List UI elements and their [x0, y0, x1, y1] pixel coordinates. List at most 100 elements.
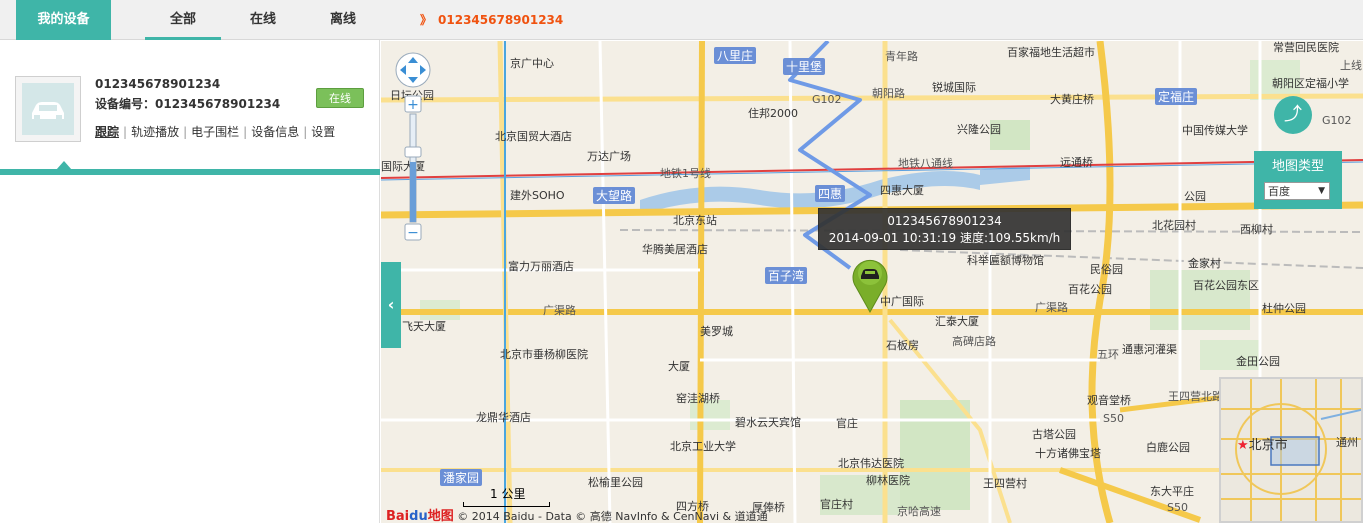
popup-time-speed: 2014-09-01 10:31:19 速度:109.55km/h: [828, 231, 1061, 245]
map-label: 北花园村: [1152, 219, 1196, 232]
map-label: 百家福地生活超市: [1007, 46, 1095, 59]
map-label: 建外SOHO: [510, 189, 565, 202]
device-serial: 设备编号：012345678901234: [95, 97, 281, 111]
tab-all[interactable]: 全部: [145, 0, 221, 40]
map-label: 金田公园: [1236, 355, 1280, 368]
map-label: 杜仲公园: [1262, 302, 1306, 315]
device-sidebar: 012345678901234 设备编号：012345678901234 在线 …: [0, 40, 380, 523]
map-label: 定福庄: [1155, 88, 1198, 105]
map-label: 地铁1号线: [660, 167, 711, 180]
share-button[interactable]: ⤴: [1274, 96, 1312, 134]
svg-text:−: −: [407, 225, 419, 241]
overview-city2-label: 通州: [1336, 436, 1358, 449]
status-badge: 在线: [316, 88, 364, 108]
map-label: 五环: [1097, 348, 1119, 361]
map-type-selected: 百度: [1268, 185, 1290, 198]
map-label: S50: [1103, 412, 1124, 425]
vehicle-marker[interactable]: [850, 255, 890, 316]
chevron-left-icon: ‹: [387, 295, 395, 314]
map-label: 石板房: [886, 339, 919, 352]
map-label: 古塔公园: [1032, 428, 1076, 441]
map-label: 富力万丽酒店: [508, 260, 574, 273]
map-label: 住邦2000: [748, 107, 798, 120]
map-label: 兴隆公园: [957, 123, 1001, 136]
device-title: 012345678901234: [95, 77, 221, 91]
map-scale: 1 公里: [463, 485, 550, 507]
popup-device-id: 012345678901234: [887, 214, 1002, 228]
map-label: 广渠路: [543, 304, 576, 317]
map-label: 高碑店路: [952, 335, 996, 348]
map-label: 十里堡: [783, 58, 826, 75]
map-label: 科举匾额博物馆: [967, 254, 1044, 267]
map-label: 北京东站: [673, 214, 717, 227]
breadcrumb-arrow-icon: 》: [420, 13, 433, 27]
map-label: S50: [1167, 501, 1188, 514]
map-label: 四惠: [815, 185, 846, 202]
map-label: 上线: [1340, 59, 1362, 72]
map-label: 常营回民医院: [1273, 41, 1339, 54]
tab-offline[interactable]: 离线: [305, 0, 381, 40]
vehicle-info-popup: 012345678901234 2014-09-01 10:31:19 速度:1…: [818, 208, 1071, 250]
share-icon: ⤴: [1284, 104, 1302, 125]
map-label: 观音堂桥: [1087, 394, 1131, 407]
map-label: 潘家园: [440, 469, 483, 486]
map-label: 美罗城: [700, 325, 733, 338]
playback-link[interactable]: 轨迹播放: [131, 125, 179, 139]
track-link[interactable]: 跟踪: [95, 125, 119, 139]
map-label: 京哈高速: [897, 505, 941, 518]
map-label: 大黄庄桥: [1050, 93, 1094, 106]
map-label: 百花公园: [1068, 283, 1112, 296]
geofence-link[interactable]: 电子围栏: [191, 125, 239, 139]
map-label: 万达广场: [587, 150, 631, 163]
map-label: G102: [1322, 114, 1352, 127]
map-label: 百花公园东区: [1193, 279, 1259, 292]
baidu-logo[interactable]: Baidu地图: [386, 509, 454, 524]
map-label: 柳林医院: [866, 474, 910, 487]
overview-city-label: ★北京市: [1237, 438, 1288, 453]
dropdown-arrow-icon: ▼: [1318, 186, 1325, 196]
settings-link[interactable]: 设置: [311, 125, 335, 139]
svg-text:+: +: [407, 97, 419, 113]
map-label: 汇泰大厦: [935, 315, 979, 328]
map-label: 地铁八通线: [898, 157, 953, 170]
breadcrumb-device: 012345678901234: [438, 13, 564, 27]
device-info-link[interactable]: 设备信息: [251, 125, 299, 139]
map-label: 百子湾: [765, 267, 808, 284]
map-type-title: 地图类型: [1271, 159, 1324, 174]
top-bar: 我的设备 全部 在线 离线 》 012345678901234: [0, 0, 1363, 40]
map-label: 北京国贸大酒店: [495, 130, 572, 143]
map-label: 碧水云天宾馆: [735, 416, 801, 429]
map-label: 青年路: [885, 50, 918, 63]
map-type-panel: 地图类型 百度 ▼: [1254, 151, 1342, 209]
map-label: 北京市垂杨柳医院: [500, 348, 588, 361]
map-label: 王四营村: [983, 477, 1027, 490]
map-label: 广渠路: [1035, 301, 1068, 314]
map-label: 锐城国际: [932, 81, 976, 94]
map-navigation-control: + −: [395, 52, 431, 245]
map-label: 官庄: [836, 417, 858, 430]
map-label: 华腾美居酒店: [642, 243, 708, 256]
tab-online[interactable]: 在线: [225, 0, 301, 40]
map-label: 朝阳路: [872, 87, 905, 100]
device-card[interactable]: 012345678901234 设备编号：012345678901234 在线 …: [0, 40, 380, 175]
map-label: 京广中心: [510, 57, 554, 70]
car-icon: [22, 83, 74, 135]
map-label: 十方诸佛宝塔: [1035, 447, 1101, 460]
selected-underline: [0, 169, 380, 175]
map-label: 王四营北路: [1168, 390, 1223, 403]
map-label: 中国传媒大学: [1182, 124, 1248, 137]
map-copyright: Baidu地图 © 2014 Baidu - Data © 高德 NavInfo…: [386, 509, 768, 524]
map-label: 窑洼湖桥: [676, 392, 720, 405]
map-label: 大望路: [593, 187, 636, 204]
map-label: 远通桥: [1060, 156, 1093, 169]
map-type-select[interactable]: 百度 ▼: [1264, 182, 1330, 200]
map-label: 龙鼎华酒店: [476, 411, 531, 424]
device-thumbnail: [15, 76, 81, 142]
map-label: 公园: [1184, 190, 1206, 203]
map-label: 北京工业大学: [670, 440, 736, 453]
tab-my-devices[interactable]: 我的设备: [16, 0, 111, 40]
map-label: 官庄村: [820, 498, 853, 511]
map-label: 大厦: [668, 360, 690, 373]
collapse-sidebar-button[interactable]: ‹: [381, 262, 401, 348]
map-label: 松榆里公园: [588, 476, 643, 489]
